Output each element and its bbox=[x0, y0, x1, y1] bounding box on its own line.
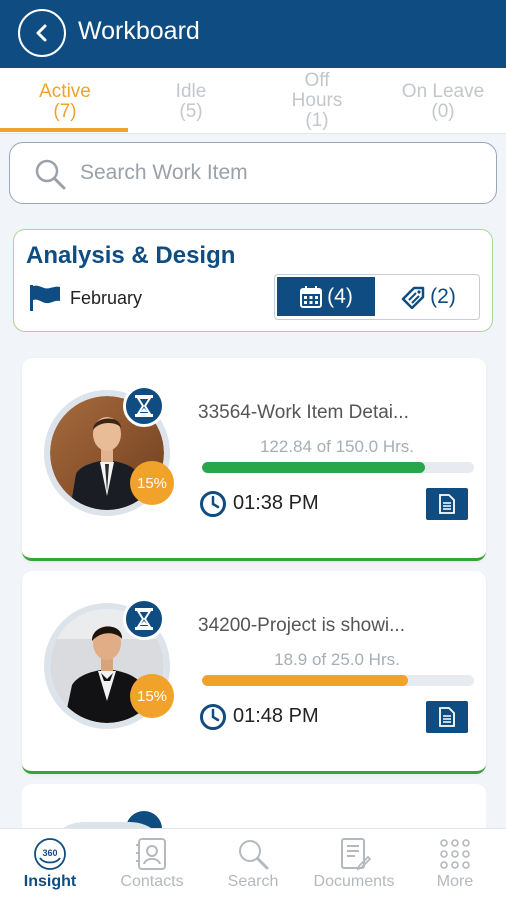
tab-count: (0) bbox=[431, 101, 455, 122]
back-button[interactable] bbox=[18, 9, 66, 57]
clock-icon bbox=[200, 491, 226, 517]
document-button[interactable] bbox=[426, 701, 468, 733]
app-header: Workboard bbox=[0, 0, 506, 68]
tab-label: Active bbox=[39, 81, 91, 102]
document-button[interactable] bbox=[426, 488, 468, 520]
page-title: Workboard bbox=[78, 17, 200, 45]
svg-text:360: 360 bbox=[42, 848, 57, 858]
more-grid-icon bbox=[440, 839, 470, 869]
nav-search[interactable]: Search bbox=[203, 835, 303, 891]
percent-badge: 15% bbox=[130, 674, 174, 718]
search-box[interactable] bbox=[9, 142, 497, 204]
chevron-left-icon bbox=[36, 24, 47, 42]
work-item-hours: 122.84 of 150.0 Hrs. bbox=[259, 437, 415, 456]
tab-count: (5) bbox=[179, 101, 203, 122]
insight-360-icon: 360 bbox=[34, 838, 66, 870]
hours-progress-bar bbox=[202, 675, 474, 686]
tab-label-line2: Hours bbox=[291, 90, 343, 111]
work-item-time: 01:38 PM bbox=[233, 492, 319, 514]
nav-label: Documents bbox=[313, 873, 395, 890]
document-icon bbox=[439, 494, 455, 514]
flag-icon bbox=[30, 285, 60, 311]
nav-label: Search bbox=[227, 873, 279, 890]
search-icon bbox=[239, 840, 269, 870]
project-month: February bbox=[70, 288, 143, 308]
nav-insight[interactable]: 360 Insight bbox=[0, 835, 100, 891]
search-input[interactable] bbox=[80, 155, 480, 191]
hourglass-badge bbox=[123, 385, 165, 427]
nav-documents[interactable]: Documents bbox=[304, 835, 404, 891]
work-item-title: 34200-Project is showi... bbox=[198, 615, 405, 636]
tag-count-button[interactable]: (2) bbox=[379, 277, 477, 316]
percent-badge: 15% bbox=[130, 461, 174, 505]
hourglass-icon bbox=[135, 395, 153, 417]
project-title: Analysis & Design bbox=[26, 242, 236, 269]
hourglass-badge bbox=[123, 598, 165, 640]
work-item-card[interactable]: 15% 34200-Project is showi... 18.9 of 25… bbox=[22, 571, 486, 774]
nav-more[interactable]: More bbox=[405, 835, 505, 891]
tag-icon bbox=[401, 286, 425, 309]
hourglass-icon bbox=[135, 608, 153, 630]
search-icon bbox=[35, 159, 66, 190]
work-item-time: 01:48 PM bbox=[233, 705, 319, 727]
status-tabs: Active (7) Idle (5) Off Hours (1) On Lea… bbox=[0, 68, 506, 134]
active-tab-indicator bbox=[0, 128, 128, 132]
nav-label: Insight bbox=[23, 873, 77, 890]
documents-icon bbox=[341, 838, 371, 871]
hours-progress-fill bbox=[202, 675, 408, 686]
tab-label: Off bbox=[304, 70, 330, 91]
clock-icon bbox=[200, 704, 226, 730]
tab-active[interactable]: Active (7) bbox=[2, 82, 128, 122]
work-item-hours: 18.9 of 25.0 Hrs. bbox=[274, 650, 400, 669]
tab-on-leave[interactable]: On Leave (0) bbox=[380, 82, 506, 122]
nav-contacts[interactable]: Contacts bbox=[102, 835, 202, 891]
work-item-title: 33564-Work Item Detai... bbox=[198, 402, 409, 423]
calendar-icon bbox=[300, 285, 323, 308]
calendar-count-button[interactable]: (4) bbox=[277, 277, 375, 316]
tab-label: On Leave bbox=[401, 81, 485, 102]
contacts-icon bbox=[136, 838, 166, 870]
project-card[interactable]: Analysis & Design February (4) (2) bbox=[13, 229, 493, 332]
calendar-count: (4) bbox=[327, 284, 353, 308]
tab-off-hours[interactable]: Off Hours (1) bbox=[254, 71, 380, 131]
hours-progress-bar bbox=[202, 462, 474, 473]
tag-count: (2) bbox=[430, 284, 456, 308]
tab-count: (1) bbox=[305, 110, 329, 131]
bottom-navigation: 360 Insight Contacts Search Documents Mo… bbox=[0, 828, 506, 900]
document-icon bbox=[439, 707, 455, 727]
hours-progress-fill bbox=[202, 462, 425, 473]
tab-count: (7) bbox=[53, 101, 77, 122]
tab-idle[interactable]: Idle (5) bbox=[128, 82, 254, 122]
work-item-card[interactable]: 15% 33564-Work Item Detai... 122.84 of 1… bbox=[22, 358, 486, 561]
nav-label: Contacts bbox=[120, 873, 184, 890]
nav-label: More bbox=[436, 873, 474, 890]
project-counts: (4) (2) bbox=[274, 274, 480, 320]
tab-label: Idle bbox=[175, 81, 207, 102]
